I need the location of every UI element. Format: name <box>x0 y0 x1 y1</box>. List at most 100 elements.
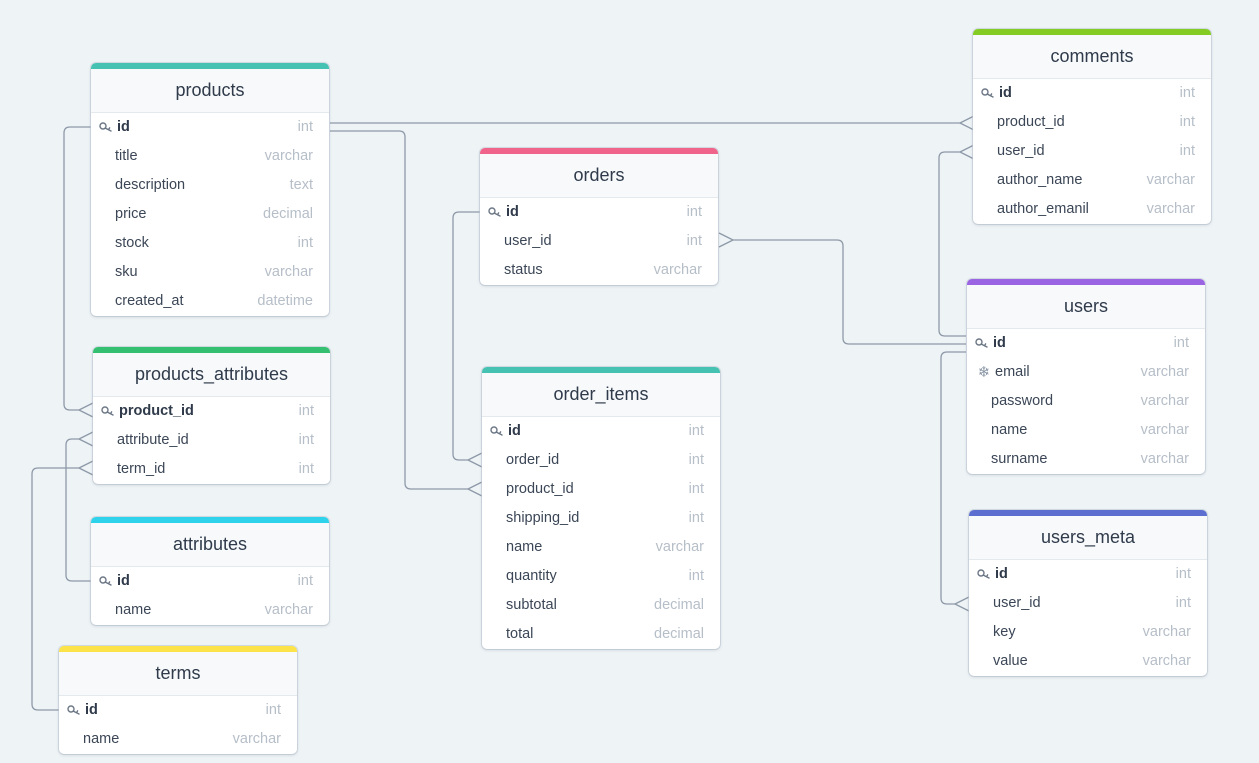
field-row[interactable]: quantity int <box>482 562 720 591</box>
table-users-meta[interactable]: users_meta id int user_id int key varchar value… <box>969 510 1207 676</box>
field-type: text <box>289 177 313 193</box>
primary-key-icon <box>488 417 506 446</box>
table-orders[interactable]: orders id int user_id int status varchar <box>480 148 718 285</box>
field-row[interactable]: product_id int <box>482 475 720 504</box>
field-name: name <box>506 539 543 555</box>
unique-index-icon: ❄ <box>977 364 991 381</box>
table-attributes[interactable]: attributes id int name varchar <box>91 517 329 625</box>
field-type: int <box>688 568 704 584</box>
field-row[interactable]: attribute_id int <box>93 426 330 455</box>
field-name: term_id <box>117 461 166 477</box>
field-row[interactable]: name varchar <box>91 596 329 625</box>
field-row[interactable]: total decimal <box>482 620 720 649</box>
field-name: stock <box>115 235 149 251</box>
primary-key-icon <box>97 113 115 142</box>
field-row[interactable]: id int <box>91 113 329 142</box>
field-row[interactable]: key varchar <box>969 618 1207 647</box>
field-name: name <box>115 602 152 618</box>
field-name: created_at <box>115 293 184 309</box>
field-row[interactable]: user_id int <box>969 589 1207 618</box>
crowfoot-marker <box>78 431 94 447</box>
table-users[interactable]: users id int ❄ email varchar password varchar na… <box>967 279 1205 474</box>
primary-key-icon <box>975 560 993 589</box>
field-name: user_id <box>997 143 1045 159</box>
table-order-items[interactable]: order_items id int order_id int product_id int… <box>482 367 720 649</box>
relation-users-comments <box>938 151 966 337</box>
table-title: orders <box>480 154 718 198</box>
field-type: int <box>686 204 702 220</box>
field-row[interactable]: id int <box>482 417 720 446</box>
field-row[interactable]: id int <box>91 567 329 596</box>
field-row[interactable]: subtotal decimal <box>482 591 720 620</box>
field-name: product_id <box>119 403 194 419</box>
field-type: varchar <box>1140 393 1189 409</box>
field-name: id <box>117 573 130 589</box>
field-row[interactable]: id int <box>967 329 1205 358</box>
field-row[interactable]: sku varchar <box>91 258 329 287</box>
field-name: product_id <box>506 481 574 497</box>
field-row[interactable]: id int <box>480 198 718 227</box>
field-row[interactable]: user_id int <box>480 227 718 256</box>
field-row[interactable]: product_id int <box>93 397 330 426</box>
field-row[interactable]: product_id int <box>973 108 1211 137</box>
primary-key-icon <box>973 329 991 358</box>
field-type: int <box>1175 595 1191 611</box>
field-row[interactable]: stock int <box>91 229 329 258</box>
field-name: id <box>995 566 1008 582</box>
field-name: id <box>993 335 1006 351</box>
field-row[interactable]: created_at datetime <box>91 287 329 316</box>
field-row[interactable]: user_id int <box>973 137 1211 166</box>
field-type: int <box>1179 85 1195 101</box>
field-name: id <box>85 702 98 718</box>
field-row[interactable]: status varchar <box>480 256 718 285</box>
field-name: key <box>993 624 1016 640</box>
relation-attributes-products-attributes <box>65 438 91 582</box>
field-row[interactable]: id int <box>969 560 1207 589</box>
field-type: varchar <box>232 731 281 747</box>
field-row[interactable]: name varchar <box>482 533 720 562</box>
field-row[interactable]: name varchar <box>59 725 297 754</box>
crowfoot-marker <box>718 232 734 248</box>
field-row[interactable]: id int <box>59 696 297 725</box>
field-name: attribute_id <box>117 432 189 448</box>
er-diagram-canvas: products id int title varchar description text… <box>0 0 1259 763</box>
relation-users-orders <box>733 239 966 345</box>
field-row[interactable]: name varchar <box>967 416 1205 445</box>
relation-users-users-meta <box>940 351 966 605</box>
table-comments[interactable]: comments id int product_id int user_id int auth… <box>973 29 1211 224</box>
field-name: subtotal <box>506 597 557 613</box>
field-row[interactable]: author_name varchar <box>973 166 1211 195</box>
primary-key-icon <box>979 79 997 108</box>
field-name: user_id <box>993 595 1041 611</box>
field-row[interactable]: term_id int <box>93 455 330 484</box>
field-row[interactable]: title varchar <box>91 142 329 171</box>
field-name: name <box>991 422 1028 438</box>
table-products[interactable]: products id int title varchar description text… <box>91 63 329 316</box>
table-terms[interactable]: terms id int name varchar <box>59 646 297 754</box>
crowfoot-marker <box>959 115 975 131</box>
crowfoot-marker <box>78 402 94 418</box>
field-row[interactable]: price decimal <box>91 200 329 229</box>
field-type: int <box>298 461 314 477</box>
relation-orders-order-items <box>452 211 480 461</box>
field-row[interactable]: password varchar <box>967 387 1205 416</box>
field-row[interactable]: shipping_id int <box>482 504 720 533</box>
field-type: int <box>688 423 704 439</box>
table-products-attributes[interactable]: products_attributes product_id int attribut… <box>93 347 330 484</box>
primary-key-icon <box>99 397 117 426</box>
field-type: varchar <box>1140 451 1189 467</box>
field-row[interactable]: surname varchar <box>967 445 1205 474</box>
field-row[interactable]: author_emanil varchar <box>973 195 1211 224</box>
field-name: surname <box>991 451 1048 467</box>
field-name: password <box>991 393 1054 409</box>
field-row[interactable]: description text <box>91 171 329 200</box>
relation-products-order-items <box>330 130 468 490</box>
field-type: int <box>1179 114 1195 130</box>
field-row[interactable]: order_id int <box>482 446 720 475</box>
primary-key-icon <box>97 567 115 596</box>
field-row[interactable]: value varchar <box>969 647 1207 676</box>
field-row[interactable]: ❄ email varchar <box>967 358 1205 387</box>
table-title: users_meta <box>969 516 1207 560</box>
field-row[interactable]: id int <box>973 79 1211 108</box>
field-type: int <box>297 119 313 135</box>
